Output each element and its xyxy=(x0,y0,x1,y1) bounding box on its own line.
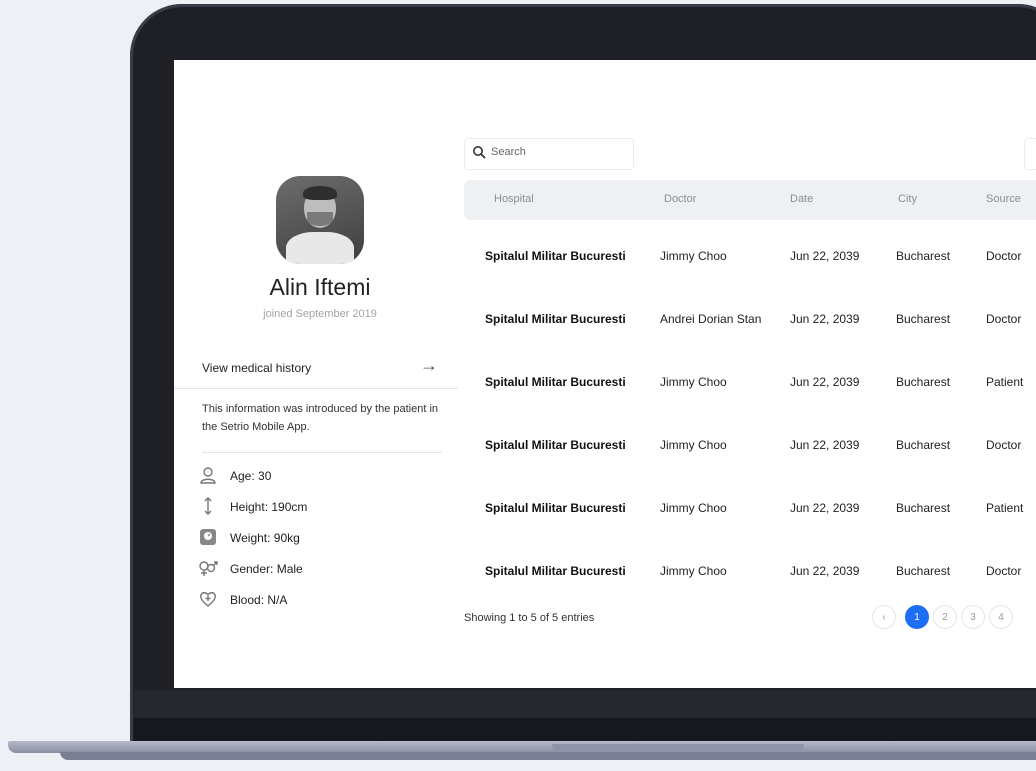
table-row[interactable]: Spitalul Militar Bucuresti Jimmy Choo Ju… xyxy=(464,352,1036,415)
detail-blood: Blood: N/A xyxy=(198,590,438,612)
cell-source: Patient xyxy=(986,375,1024,389)
pagination-page-3[interactable]: 3 xyxy=(961,605,985,629)
info-note: This information was introduced by the p… xyxy=(202,403,439,433)
cell-doctor: Jimmy Choo xyxy=(660,249,727,263)
cell-date: Jun 22, 2039 xyxy=(790,501,860,515)
search-icon xyxy=(472,145,486,164)
cell-city: Bucharest xyxy=(896,375,951,389)
arrow-right-icon[interactable]: → xyxy=(420,355,438,376)
cell-date: Jun 22, 2039 xyxy=(790,564,860,578)
cell-source: Doctor xyxy=(986,564,1022,578)
cell-doctor: Jimmy Choo xyxy=(660,501,727,515)
table-row[interactable]: Spitalul Militar Bucuresti Jimmy Choo Ju… xyxy=(464,541,1036,604)
avatar-shirt xyxy=(286,232,354,264)
cell-hospital: Spitalul Militar Bucuresti xyxy=(485,375,626,389)
detail-weight: Weight: 90kg xyxy=(198,528,438,550)
pagination-page-2[interactable]: 2 xyxy=(933,605,957,629)
cell-date: Jun 22, 2039 xyxy=(790,438,860,452)
cell-doctor: Jimmy Choo xyxy=(660,438,727,452)
cell-source: Doctor xyxy=(986,438,1022,452)
cell-city: Bucharest xyxy=(896,501,951,515)
cell-city: Bucharest xyxy=(896,438,951,452)
cell-hospital: Spitalul Militar Bucuresti xyxy=(485,249,626,263)
detail-height-text: Height: 190cm xyxy=(230,500,308,514)
cell-city: Bucharest xyxy=(896,249,951,263)
avatar-beard xyxy=(307,212,333,226)
view-medical-history-link[interactable]: View medical history → xyxy=(174,350,458,389)
detail-gender: Gender: Male xyxy=(198,559,438,581)
column-header-source[interactable]: Source xyxy=(986,193,1021,205)
detail-age: Age: 30 xyxy=(198,466,438,488)
profile-joined-date: joined September 2019 xyxy=(263,308,377,320)
search-input[interactable] xyxy=(489,145,629,159)
laptop-base-front xyxy=(60,752,1036,760)
cell-city: Bucharest xyxy=(896,564,951,578)
column-header-hospital[interactable]: Hospital xyxy=(494,193,534,205)
cell-date: Jun 22, 2039 xyxy=(790,312,860,326)
height-icon xyxy=(198,497,218,517)
table-row[interactable]: Spitalul Militar Bucuresti Jimmy Choo Ju… xyxy=(464,415,1036,478)
table-header: Hospital Doctor Date City Source xyxy=(464,180,1036,220)
gender-icon xyxy=(198,559,218,579)
app-screen: Alin Iftemi joined September 2019 View m… xyxy=(174,60,1036,688)
cell-doctor: Andrei Dorian Stan xyxy=(660,312,762,326)
table-row[interactable]: Spitalul Militar Bucuresti Jimmy Choo Ju… xyxy=(464,478,1036,541)
laptop-notch xyxy=(552,744,804,752)
detail-weight-text: Weight: 90kg xyxy=(230,531,300,545)
pagination-page-1[interactable]: 1 xyxy=(905,605,929,629)
divider xyxy=(202,452,442,453)
detail-height: Height: 190cm xyxy=(198,497,438,519)
search-box[interactable] xyxy=(464,138,634,170)
detail-age-text: Age: 30 xyxy=(230,469,272,483)
cell-hospital: Spitalul Militar Bucuresti xyxy=(485,501,626,515)
cell-doctor: Jimmy Choo xyxy=(660,375,727,389)
detail-gender-text: Gender: Male xyxy=(230,562,303,576)
column-header-date[interactable]: Date xyxy=(790,193,813,205)
profile-name: Alin Iftemi xyxy=(269,274,371,300)
scale-icon xyxy=(198,528,218,548)
detail-blood-text: Blood: N/A xyxy=(230,593,288,607)
cell-doctor: Jimmy Choo xyxy=(660,564,727,578)
cell-hospital: Spitalul Militar Bucuresti xyxy=(485,312,626,326)
heart-plus-icon xyxy=(198,590,218,610)
medical-history-label: View medical history xyxy=(202,361,312,375)
cell-hospital: Spitalul Militar Bucuresti xyxy=(485,564,626,578)
cell-source: Doctor xyxy=(986,312,1022,326)
column-header-doctor[interactable]: Doctor xyxy=(664,193,696,205)
person-icon xyxy=(198,466,218,486)
column-header-city[interactable]: City xyxy=(898,193,917,205)
pagination-prev-button[interactable]: ‹ xyxy=(872,605,896,629)
table-control-button[interactable] xyxy=(1024,138,1036,170)
cell-source: Patient xyxy=(986,501,1024,515)
cell-city: Bucharest xyxy=(896,312,951,326)
cell-date: Jun 22, 2039 xyxy=(790,375,860,389)
table-row[interactable]: Spitalul Militar Bucuresti Jimmy Choo Ju… xyxy=(464,226,1036,289)
pagination-page-4[interactable]: 4 xyxy=(989,605,1013,629)
avatar-hair xyxy=(303,186,337,200)
cell-source: Doctor xyxy=(986,249,1022,263)
table-row[interactable]: Spitalul Militar Bucuresti Andrei Dorian… xyxy=(464,289,1036,352)
cell-hospital: Spitalul Militar Bucuresti xyxy=(485,438,626,452)
entries-info: Showing 1 to 5 of 5 entries xyxy=(464,612,595,624)
cell-date: Jun 22, 2039 xyxy=(790,249,860,263)
avatar xyxy=(276,176,364,264)
